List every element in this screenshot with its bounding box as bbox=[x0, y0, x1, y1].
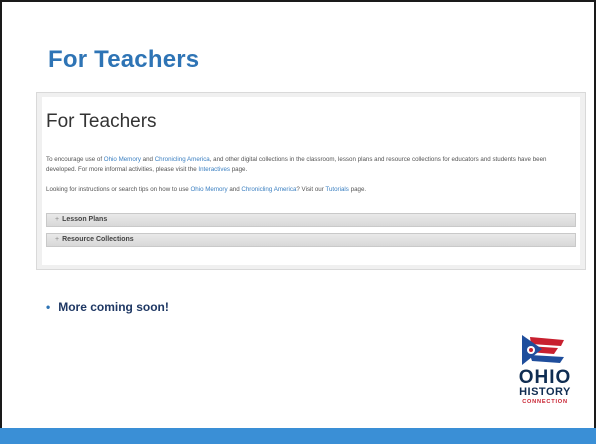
intro-paragraph: To encourage use of Ohio Memory and Chro… bbox=[46, 155, 576, 175]
tutorials-link[interactable]: Tutorials bbox=[325, 186, 349, 193]
accordion-resource-collections[interactable]: + Resource Collections bbox=[46, 233, 576, 247]
logo-ohio-text: OHIO bbox=[518, 367, 572, 388]
chronicling-america-link-2[interactable]: Chronicling America bbox=[241, 186, 296, 193]
intro-text-4: page. bbox=[230, 166, 248, 173]
ohio-history-connection-logo: OHIO HISTORY CONNECTION bbox=[508, 332, 582, 414]
tutorials-text-1: Looking for instructions or search tips … bbox=[46, 186, 191, 193]
ohio-memory-link[interactable]: Ohio Memory bbox=[104, 156, 141, 163]
accordion-label: Lesson Plans bbox=[62, 216, 108, 223]
tutorials-text-2: and bbox=[227, 186, 242, 193]
logo-history-text: HISTORY bbox=[519, 386, 571, 398]
intro-text-1: To encourage use of bbox=[46, 156, 104, 163]
expand-plus-icon: + bbox=[55, 216, 60, 223]
page-heading: For Teachers bbox=[46, 111, 157, 132]
interactives-link[interactable]: Interactives bbox=[198, 166, 230, 173]
bullet-item: • More coming soon! bbox=[46, 300, 169, 314]
accordion-label: Resource Collections bbox=[62, 236, 134, 243]
screenshot-content: For Teachers To encourage use of Ohio Me… bbox=[42, 97, 580, 265]
bullet-dot-icon: • bbox=[46, 300, 51, 314]
ohio-memory-link-2[interactable]: Ohio Memory bbox=[190, 186, 227, 193]
accordion-lesson-plans[interactable]: + Lesson Plans bbox=[46, 213, 576, 227]
footer-bar bbox=[0, 428, 596, 444]
intro-text-2: and bbox=[140, 156, 155, 163]
tutorials-text-4: page. bbox=[348, 186, 367, 193]
chronicling-america-link[interactable]: Chronicling America bbox=[155, 156, 210, 163]
tutorials-paragraph: Looking for instructions or search tips … bbox=[46, 185, 576, 195]
slide: For Teachers For Teachers To encourage u… bbox=[0, 0, 596, 444]
flag-emblem-icon bbox=[522, 335, 564, 365]
tutorials-text-3: ? Visit our bbox=[296, 186, 326, 193]
embedded-screenshot: For Teachers To encourage use of Ohio Me… bbox=[36, 92, 586, 270]
logo-connection-text: CONNECTION bbox=[522, 399, 568, 405]
expand-plus-icon: + bbox=[55, 236, 60, 243]
slide-title: For Teachers bbox=[48, 46, 200, 73]
bullet-text: More coming soon! bbox=[58, 300, 169, 314]
